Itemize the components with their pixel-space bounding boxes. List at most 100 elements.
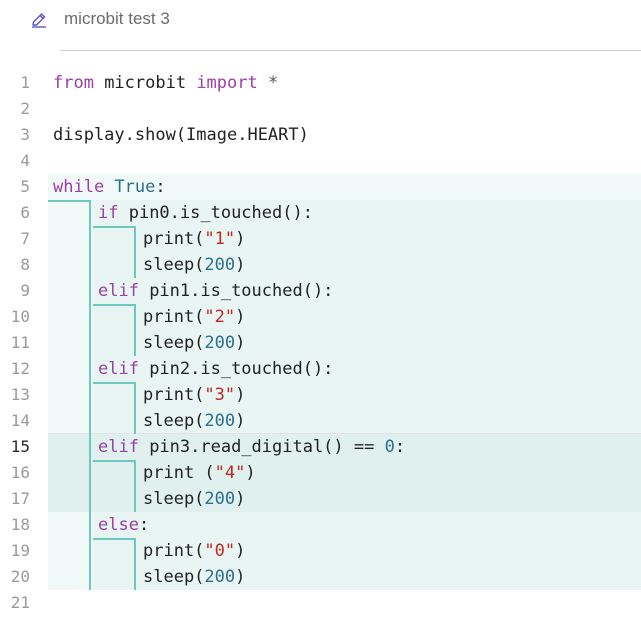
code-line[interactable]: 8 sleep(200) [0, 252, 641, 278]
code-token: ) [235, 255, 246, 275]
line-number: 7 [20, 229, 30, 248]
line-number: 13 [10, 385, 30, 404]
code-token: ) [235, 541, 246, 561]
code-token: ) [235, 489, 246, 509]
file-name[interactable]: microbit test 3 [64, 9, 170, 29]
code-editor[interactable]: 1 from microbit import * 2 3 display.show(Im… [0, 70, 641, 627]
code-token: ) [235, 411, 246, 431]
code-token: microbit [93, 73, 197, 93]
line-number: 10 [10, 307, 30, 326]
code-line[interactable]: 6 if pin0.is_touched(): [0, 200, 641, 226]
line-number: 1 [20, 73, 30, 92]
string-token: "0" [204, 541, 236, 561]
line-number: 8 [20, 255, 30, 274]
code-line[interactable]: 2 [0, 96, 641, 122]
number-token: 200 [204, 489, 236, 509]
code-token: pin3.read_digital() == [138, 437, 385, 457]
code-line[interactable]: 11 sleep(200) [0, 330, 641, 356]
line-number: 9 [20, 281, 30, 300]
code-text: print("3") [143, 382, 245, 408]
code-line[interactable]: 12 elif pin2.is_touched(): [0, 356, 641, 382]
code-line[interactable]: 21 [0, 590, 641, 616]
code-token: pin0.is_touched(): [118, 203, 313, 223]
pencil-icon[interactable] [30, 11, 48, 29]
keyword-token: else [98, 515, 139, 535]
code-token: pin2.is_touched(): [138, 359, 334, 379]
code-line[interactable]: 13 print("3") [0, 382, 641, 408]
number-token: 200 [204, 567, 236, 587]
code-text: elif pin3.read_digital() == 0: [98, 434, 405, 460]
code-text: else: [98, 512, 149, 538]
code-token: ) [235, 385, 246, 405]
code-text: display.show(Image.HEART) [53, 122, 309, 148]
code-line[interactable]: 7 print("1") [0, 226, 641, 252]
code-text: print("1") [143, 226, 245, 252]
code-text: elif pin2.is_touched(): [98, 356, 333, 382]
code-token: sleep( [143, 411, 205, 431]
code-token: sleep( [143, 489, 205, 509]
code-line[interactable]: 4 [0, 148, 641, 174]
code-token: : [155, 177, 166, 197]
keyword-token: elif [98, 437, 139, 457]
code-line[interactable]: 1 from microbit import * [0, 70, 641, 96]
code-token: sleep( [143, 255, 205, 275]
number-token: True [114, 177, 156, 197]
code-text: elif pin1.is_touched(): [98, 278, 333, 304]
code-token: : [394, 437, 406, 457]
code-line[interactable]: 17 sleep(200) [0, 486, 641, 512]
code-token: print( [143, 307, 205, 327]
code-token: ) [235, 307, 246, 327]
number-token: 200 [204, 255, 236, 275]
line-number: 3 [20, 125, 30, 144]
code-token: sleep( [143, 567, 205, 587]
line-number: 11 [10, 333, 30, 352]
code-token: * [257, 73, 279, 93]
keyword-token: if [98, 203, 119, 223]
code-text: from microbit import * [53, 70, 278, 96]
code-line[interactable]: 5 while True: [0, 174, 641, 200]
keyword-token: while [53, 177, 105, 197]
line-number: 21 [10, 593, 30, 612]
header-divider [60, 50, 641, 51]
code-line[interactable]: 10 print("2") [0, 304, 641, 330]
code-token: ) [245, 463, 256, 483]
keyword-token: elif [98, 359, 139, 379]
line-number: 17 [10, 489, 30, 508]
string-token: "2" [204, 307, 236, 327]
keyword-token: import [196, 73, 258, 93]
line-number: 4 [20, 151, 30, 170]
line-number: 19 [10, 541, 30, 560]
code-token: display.show(Image.HEART) [53, 125, 309, 145]
code-line[interactable]: 9 elif pin1.is_touched(): [0, 278, 641, 304]
code-text: print("2") [143, 304, 245, 330]
code-text: print ("4") [143, 460, 256, 486]
code-text: sleep(200) [143, 252, 245, 278]
code-token: print( [143, 229, 205, 249]
code-line[interactable]: 18 else: [0, 512, 641, 538]
code-text: while True: [53, 174, 166, 200]
code-token: ) [235, 333, 246, 353]
string-token: "1" [204, 229, 236, 249]
code-line[interactable]: 19 print("0") [0, 538, 641, 564]
code-token: print( [143, 385, 205, 405]
code-token: print ( [143, 463, 215, 483]
code-line[interactable]: 20 sleep(200) [0, 564, 641, 590]
code-line[interactable]: 3 display.show(Image.HEART) [0, 122, 641, 148]
code-text: print("0") [143, 538, 245, 564]
code-text: sleep(200) [143, 408, 245, 434]
line-number: 15 [10, 437, 30, 456]
code-token: sleep( [143, 333, 205, 353]
line-number: 6 [20, 203, 30, 222]
string-token: "3" [204, 385, 236, 405]
code-line[interactable]: 16 print ("4") [0, 460, 641, 486]
code-line[interactable]: 14 sleep(200) [0, 408, 641, 434]
code-line[interactable]: 15 elif pin3.read_digital() == 0: [0, 434, 641, 460]
line-number: 20 [10, 567, 30, 586]
number-token: 200 [204, 411, 236, 431]
line-number: 18 [10, 515, 30, 534]
number-token: 200 [204, 333, 236, 353]
code-token: print( [143, 541, 205, 561]
line-number: 14 [10, 411, 30, 430]
code-text: sleep(200) [143, 486, 245, 512]
